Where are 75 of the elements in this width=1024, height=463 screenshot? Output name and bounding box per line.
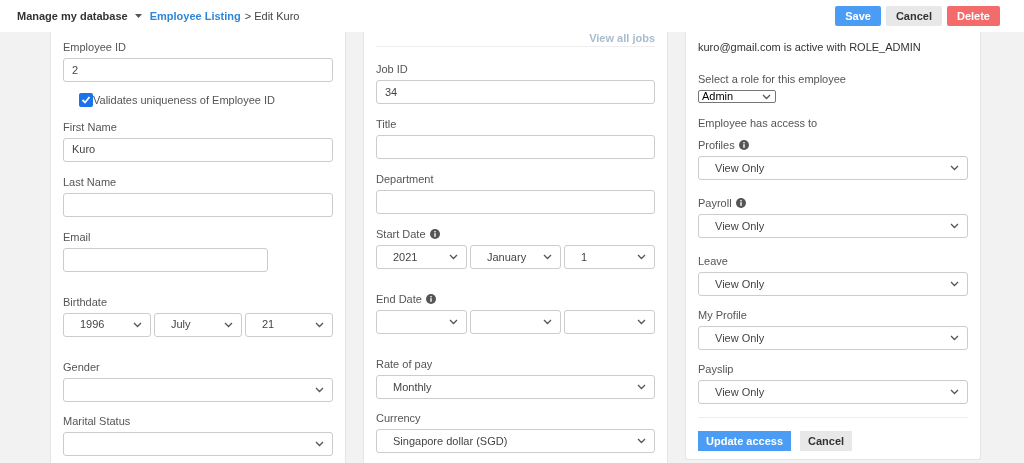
field-label: First Name [63,120,117,133]
cancel-button[interactable]: Cancel [800,431,853,451]
chevron-down-icon [637,384,646,390]
select-field[interactable] [470,310,561,334]
field-label: Currency [376,412,421,424]
select-field[interactable]: View Only [698,380,968,404]
chevron-down-icon [315,321,324,328]
text-input[interactable]: Kuro [63,137,333,162]
field-label: My Profile [698,309,747,321]
text-input[interactable]: 34 [376,80,655,104]
chevron-down-icon [315,386,324,393]
select-field[interactable]: Admin [698,90,776,103]
chevron-down-icon [950,223,959,229]
select-field[interactable]: 21 [245,312,333,337]
select-field[interactable]: View Only [698,156,968,180]
select-field[interactable] [63,377,333,402]
cancel-button[interactable]: Cancel [885,6,942,26]
chevron-down-icon [315,440,324,447]
section-label: Employee has access to [698,117,819,129]
text-input[interactable] [376,190,655,214]
chevron-down-icon [950,335,959,341]
field-label: Gender [63,360,100,373]
database-menu[interactable]: Manage my database [17,7,142,25]
select-field[interactable] [376,310,467,334]
chevron-down-icon [950,281,959,287]
field-label: Start Date [376,228,426,240]
select-field[interactable]: 2021 [376,245,467,269]
checkbox[interactable] [79,93,93,108]
select-field[interactable] [564,310,655,334]
select-field[interactable]: 1 [564,245,655,269]
select-field[interactable]: Singapore dollar (SGD) [376,429,655,453]
field-label: Department [376,173,434,185]
field-label: Payslip [698,363,734,375]
select-field[interactable]: View Only [698,272,968,296]
chevron-down-icon [950,165,959,171]
select-field[interactable]: July [154,312,242,337]
chevron-down-icon [950,389,959,395]
field-label: Profiles [698,139,735,151]
select-field[interactable] [63,431,333,456]
field-label: Rate of pay [376,358,433,370]
chevron-down-icon [224,321,233,328]
text-input[interactable] [376,135,655,159]
field-label: Job ID [376,63,408,75]
select-field[interactable]: January [470,245,561,269]
chevron-down-icon [637,319,646,325]
text-input[interactable] [63,192,333,217]
breadcrumb-link[interactable]: Employee Listing [149,7,241,25]
field-label: End Date [376,293,422,305]
chevron-down-icon [637,438,646,444]
chevron-down-icon [449,254,458,260]
text-input[interactable]: 2 [63,58,333,82]
checkbox-label: Validates uniqueness of Employee ID [93,93,275,108]
chevron-down-icon [762,93,771,100]
field-label: Last Name [63,175,117,188]
field-label: Birthdate [63,295,108,308]
field-label: Employee ID [63,41,126,53]
field-label: Title [376,118,397,130]
caret-icon [134,14,142,18]
chevron-down-icon [637,254,646,260]
text-input[interactable] [63,247,268,272]
select-field[interactable]: View Only [698,326,968,350]
breadcrumb-current: > Edit Kuro [244,8,300,24]
field-label: Select a role for this employee [698,73,846,85]
select-field[interactable]: 1996 [63,312,151,337]
field-label: Marital Status [63,414,131,427]
chevron-down-icon [543,254,552,260]
field-label: Email [63,230,91,243]
select-field[interactable]: View Only [698,214,968,238]
chevron-down-icon [133,321,142,328]
select-field[interactable]: Monthly [376,375,655,399]
field-label: Leave [698,255,728,267]
account-status-text: kuro@gmail.com is active with ROLE_ADMIN [698,41,922,53]
chevron-down-icon [449,319,458,325]
chevron-down-icon [543,319,552,325]
field-label: Payroll [698,197,732,209]
